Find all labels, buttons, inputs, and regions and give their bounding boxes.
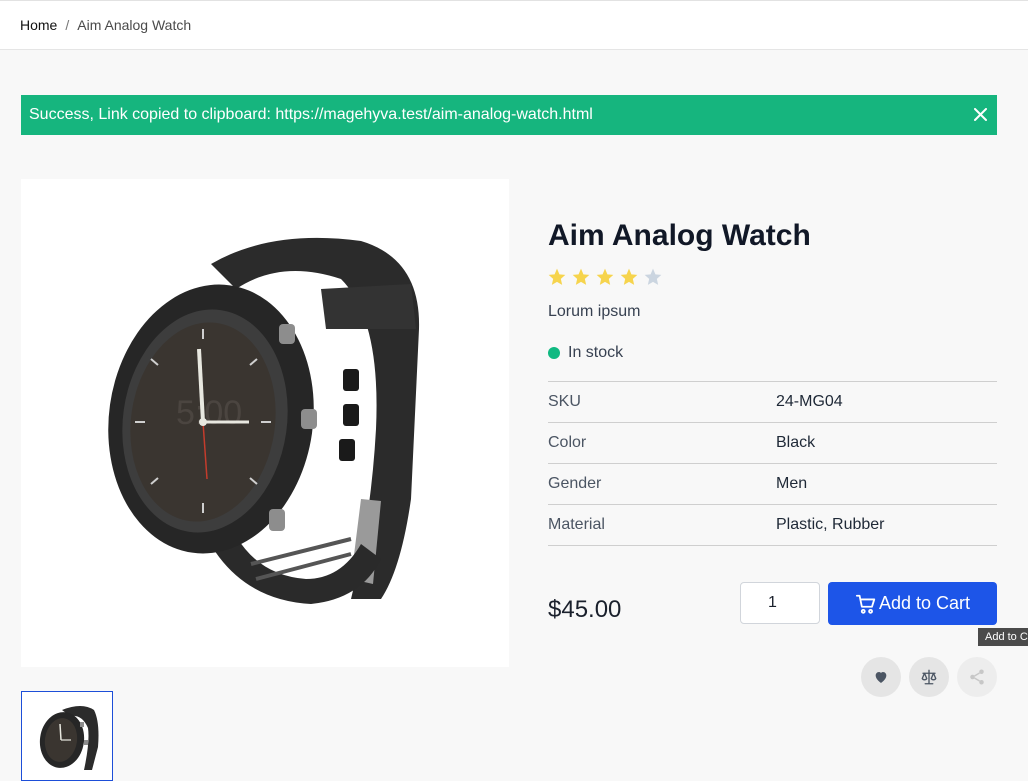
close-icon[interactable] bbox=[971, 105, 989, 123]
svg-text:5:00: 5:00 bbox=[176, 394, 242, 432]
cart-icon bbox=[855, 593, 877, 615]
table-row: Color Black bbox=[548, 422, 997, 464]
watch-thumbnail-image bbox=[22, 692, 112, 780]
product-main-image[interactable]: 5:00 bbox=[21, 179, 509, 667]
star-empty-icon bbox=[643, 267, 663, 289]
in-stock-dot-icon bbox=[548, 347, 560, 359]
product-price: $45.00 bbox=[548, 596, 622, 623]
product-short-description: Lorum ipsum bbox=[548, 303, 641, 320]
breadcrumb-current: Aim Analog Watch bbox=[77, 17, 192, 33]
attribute-value: Men bbox=[776, 463, 997, 505]
success-alert: Success, Link copied to clipboard: https… bbox=[21, 95, 997, 135]
share-button[interactable] bbox=[957, 657, 997, 697]
rating-stars bbox=[547, 267, 663, 289]
attribute-value: Black bbox=[776, 422, 997, 464]
share-icon bbox=[968, 668, 986, 686]
table-row: Gender Men bbox=[548, 463, 997, 505]
top-bar: Home / Aim Analog Watch bbox=[0, 0, 1028, 50]
attribute-label: Material bbox=[548, 504, 776, 546]
table-row: Material Plastic, Rubber bbox=[548, 504, 997, 546]
attribute-label: Gender bbox=[548, 463, 776, 505]
attribute-label: SKU bbox=[548, 381, 776, 423]
breadcrumb: Home / Aim Analog Watch bbox=[20, 17, 191, 33]
star-icon bbox=[595, 267, 615, 289]
attribute-value: 24-MG04 bbox=[776, 381, 997, 423]
star-icon bbox=[547, 267, 567, 289]
quantity-input[interactable] bbox=[740, 582, 820, 624]
product-title: Aim Analog Watch bbox=[548, 219, 811, 252]
add-to-wishlist-button[interactable] bbox=[861, 657, 901, 697]
add-to-cart-tooltip: Add to C bbox=[978, 628, 1028, 646]
scale-icon bbox=[920, 668, 938, 686]
add-to-compare-button[interactable] bbox=[909, 657, 949, 697]
add-to-cart-button[interactable]: Add to Cart bbox=[828, 582, 997, 625]
product-attributes-table: SKU 24-MG04 Color Black Gender Men Mater… bbox=[548, 381, 997, 546]
star-icon bbox=[571, 267, 591, 289]
add-to-cart-label: Add to Cart bbox=[878, 593, 971, 613]
attribute-value: Plastic, Rubber bbox=[776, 504, 997, 546]
attribute-label: Color bbox=[548, 422, 776, 464]
stock-label: In stock bbox=[568, 344, 624, 361]
alert-message: Success, Link copied to clipboard: https… bbox=[29, 106, 593, 123]
breadcrumb-home-link[interactable]: Home bbox=[20, 17, 57, 33]
star-icon bbox=[619, 267, 639, 289]
heart-icon bbox=[873, 669, 889, 685]
table-row: SKU 24-MG04 bbox=[548, 381, 997, 423]
product-thumbnail[interactable] bbox=[21, 691, 113, 781]
stock-status: In stock bbox=[548, 344, 623, 362]
breadcrumb-separator: / bbox=[65, 17, 70, 33]
watch-image: 5:00 bbox=[21, 179, 509, 667]
